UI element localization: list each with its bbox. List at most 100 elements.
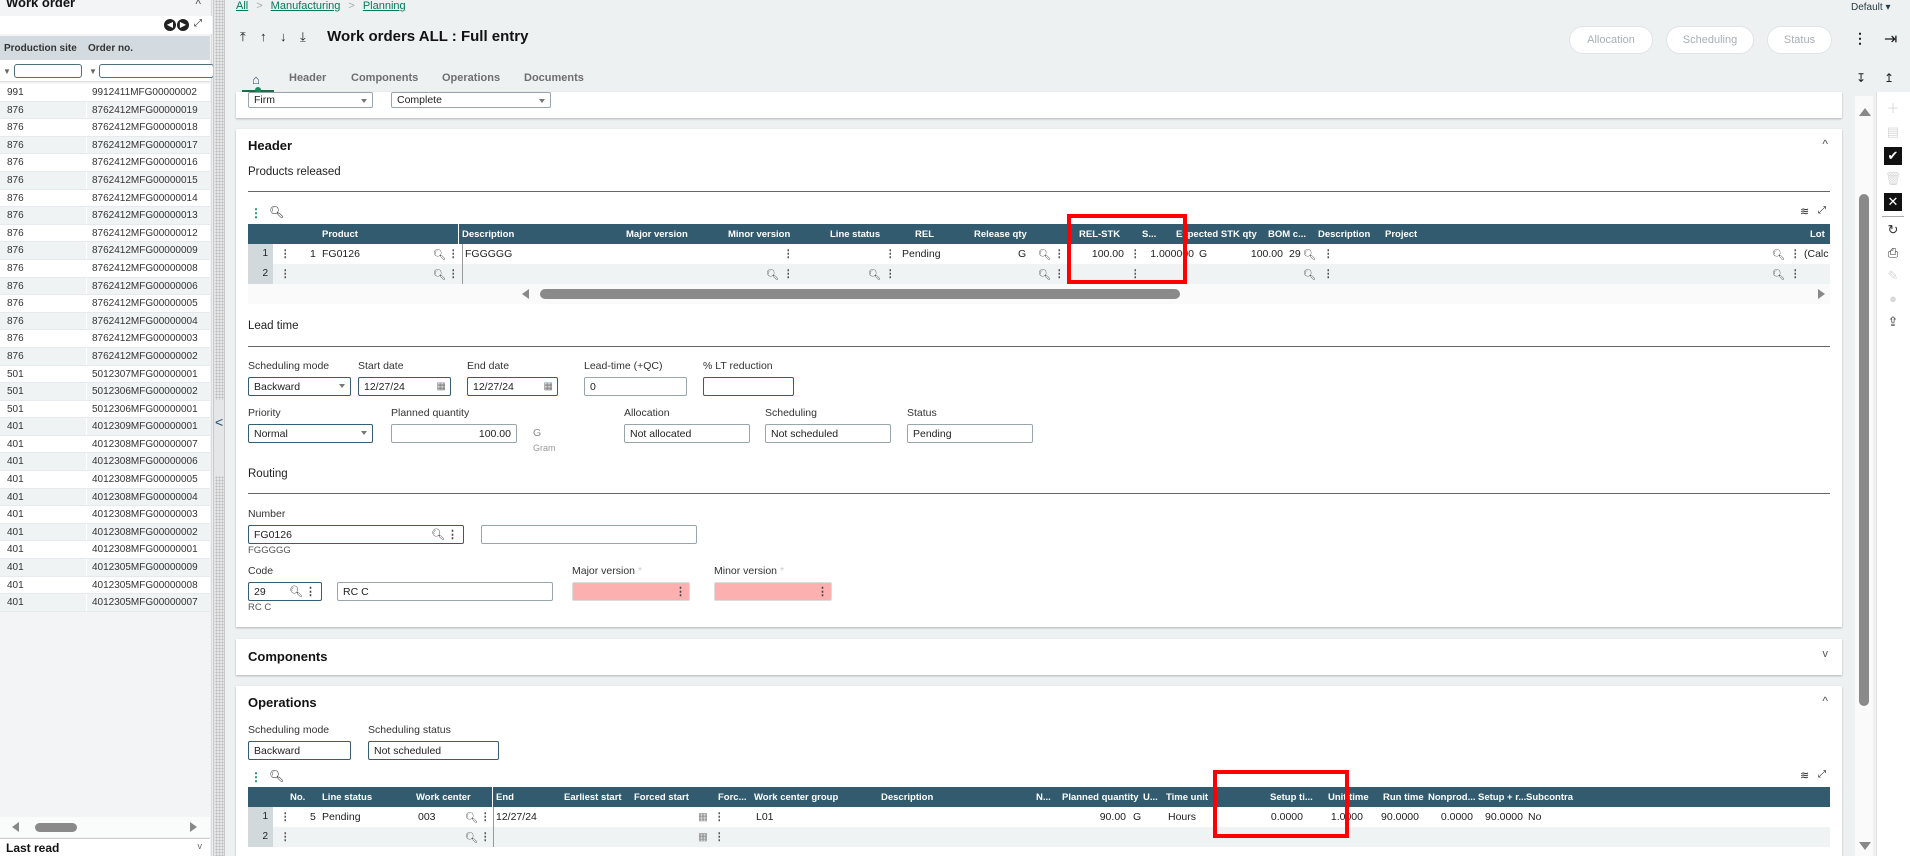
list-item[interactable]: 401 4012308MFG00000004 bbox=[0, 488, 210, 507]
lookup-icon[interactable]: 🔍︎ bbox=[766, 268, 779, 281]
scroll-right-icon[interactable] bbox=[1818, 289, 1825, 299]
col-line-status[interactable]: Line status bbox=[830, 229, 880, 240]
list-item[interactable]: 401 4012308MFG00000006 bbox=[0, 453, 210, 472]
cell-menu-icon[interactable]: ⋮ bbox=[1323, 268, 1334, 280]
tab-operations[interactable]: Operations bbox=[442, 72, 500, 84]
left-horizontal-scrollbar[interactable] bbox=[0, 817, 210, 837]
column-production-site[interactable]: Production site bbox=[4, 43, 77, 54]
list-item[interactable]: 401 4012308MFG00000001 bbox=[0, 541, 210, 560]
row-menu-icon[interactable]: ⋮ bbox=[280, 268, 291, 280]
rel-cell[interactable]: G bbox=[1018, 248, 1026, 260]
cell-menu-icon[interactable]: ⋮ bbox=[1790, 248, 1801, 260]
table-row[interactable]: 2 ⋮ 🔍︎ ⋮ ▦ ⋮ bbox=[248, 827, 1830, 847]
cell-menu-icon[interactable]: ⋮ bbox=[480, 811, 491, 823]
breadcrumb-manufacturing[interactable]: Manufacturing bbox=[271, 0, 341, 12]
field-menu-icon[interactable]: ⋮ bbox=[447, 528, 458, 541]
more-actions-icon[interactable]: ⋮ bbox=[1853, 30, 1867, 47]
scheduling-mode-select[interactable]: Backward bbox=[248, 377, 351, 396]
list-item[interactable]: 401 4012308MFG00000005 bbox=[0, 471, 210, 489]
list-item[interactable]: 401 4012309MFG00000001 bbox=[0, 418, 210, 436]
col-minor-version[interactable]: Minor version bbox=[728, 229, 790, 240]
lookup-icon[interactable]: 🔍︎ bbox=[1303, 268, 1316, 281]
cancel-icon[interactable]: ✕ bbox=[1884, 193, 1902, 211]
lookup-icon[interactable]: 🔍︎ bbox=[1038, 268, 1051, 281]
routing-number-input[interactable]: FG0126 🔍︎ ⋮ bbox=[248, 525, 464, 544]
grid-expand-icon[interactable]: ⤢ bbox=[1818, 205, 1826, 216]
work-center-cell[interactable]: 003 bbox=[418, 811, 436, 823]
grid-options-icon[interactable]: ⋮ bbox=[250, 206, 262, 220]
field-menu-icon[interactable]: ⋮ bbox=[305, 585, 316, 598]
end-date-input[interactable]: 12/27/24 ▦ bbox=[467, 377, 558, 396]
col-no[interactable]: No. bbox=[290, 792, 305, 803]
start-date-input[interactable]: 12/27/24 ▦ bbox=[358, 377, 451, 396]
list-item[interactable]: 501 5012306MFG00000002 bbox=[0, 383, 210, 401]
previous-record-icon[interactable]: ↑ bbox=[260, 29, 280, 44]
col-line-status[interactable]: Line status bbox=[322, 792, 372, 803]
routing-code-input[interactable]: 29 🔍︎ ⋮ bbox=[248, 582, 322, 601]
print-icon[interactable]: ⎙ bbox=[1884, 244, 1902, 262]
scroll-thumb[interactable] bbox=[540, 289, 1180, 299]
col-subcontract[interactable]: Subcontra bbox=[1526, 792, 1573, 803]
run-time-cell[interactable]: 90.0000 bbox=[1363, 811, 1419, 823]
s-cell[interactable]: G bbox=[1199, 248, 1207, 260]
comment-icon[interactable]: ● bbox=[1884, 290, 1902, 308]
last-record-icon[interactable]: ⤓ bbox=[300, 29, 320, 45]
col-rel[interactable]: REL bbox=[915, 229, 934, 240]
cell-menu-icon[interactable]: ⋮ bbox=[885, 268, 896, 280]
list-item[interactable]: 401 4012308MFG00000003 bbox=[0, 506, 210, 524]
table-row[interactable]: 1 ⋮ 1 FG0126 🔍︎ ⋮ FGGGGG ⋮ ⋮ Pending G 🔍︎… bbox=[248, 244, 1830, 264]
validate-icon[interactable]: ✔ bbox=[1884, 147, 1902, 165]
cell-menu-icon[interactable]: ⋮ bbox=[480, 831, 491, 843]
list-item[interactable]: 876 8762412MFG00000013 bbox=[0, 207, 210, 225]
breadcrumb-planning[interactable]: Planning bbox=[363, 0, 406, 12]
lookup-icon[interactable]: 🔍︎ bbox=[465, 831, 478, 844]
bom-code-cell[interactable]: 29 bbox=[1289, 248, 1301, 260]
cell-menu-icon[interactable]: ⋮ bbox=[783, 248, 794, 260]
unit-cell[interactable]: G bbox=[1133, 811, 1141, 823]
row-menu-icon[interactable]: ⋮ bbox=[280, 831, 291, 843]
col-setup-run[interactable]: Setup + r... bbox=[1478, 792, 1526, 803]
order-no-filter-input[interactable] bbox=[99, 64, 214, 78]
components-card[interactable]: Components v bbox=[236, 639, 1842, 675]
new-record-icon[interactable]: ＋ bbox=[1884, 100, 1902, 118]
list-item[interactable]: 401 4012305MFG00000009 bbox=[0, 559, 210, 577]
routing-extra-input[interactable] bbox=[481, 525, 697, 544]
layers-icon[interactable]: ≋ bbox=[1800, 769, 1809, 782]
col-major-version[interactable]: Major version bbox=[626, 229, 688, 240]
list-item[interactable]: 876 8762412MFG00000018 bbox=[0, 119, 210, 137]
expand-all-icon[interactable]: ↧ bbox=[1856, 71, 1866, 85]
last-read-section[interactable]: Last read v bbox=[0, 838, 210, 856]
lookup-icon[interactable]: 🔍︎ bbox=[433, 248, 446, 261]
scheduling-button[interactable]: Scheduling bbox=[1666, 26, 1754, 54]
cell-menu-icon[interactable]: ⋮ bbox=[1790, 268, 1801, 280]
product-cell[interactable]: FG0126 bbox=[322, 248, 360, 260]
list-item[interactable]: 876 8762412MFG00000019 bbox=[0, 101, 210, 120]
list-item[interactable]: 876 8762412MFG00000003 bbox=[0, 330, 210, 348]
previous-page-icon[interactable]: ◀ bbox=[164, 19, 176, 31]
cell-menu-icon[interactable]: ⋮ bbox=[1054, 268, 1065, 280]
exit-icon[interactable]: ⇥ bbox=[1884, 29, 1897, 49]
collapse-operations-icon[interactable]: ^ bbox=[1822, 694, 1828, 708]
col-run-time[interactable]: Run time bbox=[1383, 792, 1424, 803]
collapse-header-icon[interactable]: ^ bbox=[1822, 137, 1828, 151]
next-page-icon[interactable]: ▶ bbox=[177, 19, 189, 31]
col-release-qty[interactable]: Release qty bbox=[974, 229, 1027, 240]
expand-icon[interactable]: ⤢ bbox=[194, 18, 202, 29]
list-item[interactable]: 876 8762412MFG00000002 bbox=[0, 347, 210, 366]
col-nonprod[interactable]: Nonprod... bbox=[1428, 792, 1476, 803]
layers-icon[interactable]: ≋ bbox=[1800, 205, 1809, 218]
list-item[interactable]: 991 9912411MFG00000002 bbox=[0, 84, 210, 102]
lookup-icon[interactable]: 🔍︎ bbox=[1772, 268, 1785, 281]
field-menu-icon[interactable]: ⋮ bbox=[817, 585, 828, 598]
planned-quantity-input[interactable]: 100.00 bbox=[391, 424, 517, 443]
col-description[interactable]: Description bbox=[458, 224, 514, 244]
list-item[interactable]: 876 8762412MFG00000012 bbox=[0, 224, 210, 243]
delete-icon[interactable]: 🗑︎ bbox=[1884, 170, 1902, 188]
col-forced[interactable]: Forc... bbox=[718, 792, 747, 803]
routing-code-name-input[interactable]: RC C bbox=[337, 582, 553, 601]
tab-home-icon[interactable]: ⌂ bbox=[252, 72, 260, 87]
grid-options-icon[interactable]: ⋮ bbox=[250, 770, 262, 784]
cell-menu-icon[interactable]: ⋮ bbox=[1054, 248, 1065, 260]
row-menu-icon[interactable]: ⋮ bbox=[280, 248, 291, 260]
refresh-icon[interactable]: ↻ bbox=[1884, 221, 1902, 239]
